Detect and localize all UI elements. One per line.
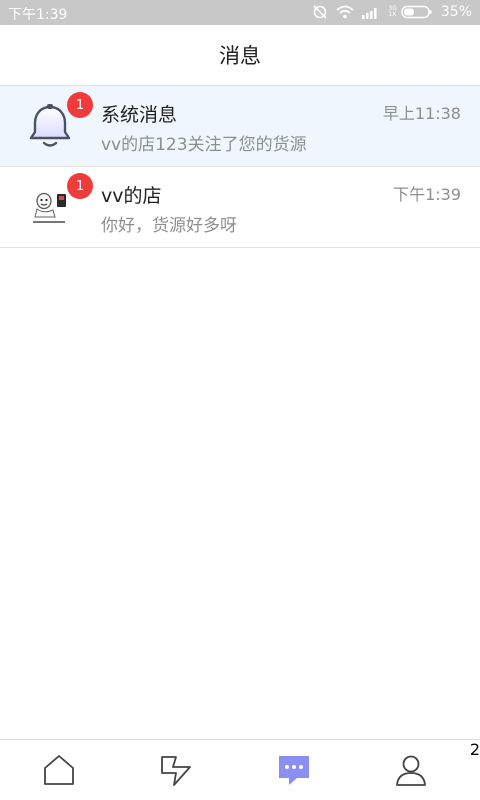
conversation-preview: vv的店123关注了您的货源 <box>101 135 307 155</box>
conversation-time: 下午1:39 <box>393 185 461 204</box>
sync-off-icon <box>313 5 327 19</box>
conversation-item-system[interactable]: 1 系统消息 vv的店123关注了您的货源 早上11:38 <box>0 86 480 167</box>
person-icon <box>396 755 426 786</box>
battery-percent: 35% <box>440 4 472 20</box>
status-icons: 3G 1X 35% <box>312 4 472 20</box>
tab-flash[interactable] <box>117 740 234 800</box>
tab-profile[interactable] <box>352 740 469 800</box>
status-bar: 下午1:39 3G 1X 35% <box>0 0 480 25</box>
title-bar: 消息 <box>0 25 480 86</box>
tab-messages[interactable] <box>235 740 352 800</box>
unread-badge: 1 <box>67 92 93 118</box>
status-time: 下午1:39 <box>8 7 68 23</box>
conversation-item-shop[interactable]: 1 vv的店 你好，货源好多呀 下午1:39 <box>0 167 480 248</box>
page-title: 消息 <box>219 44 261 68</box>
lightning-icon <box>161 756 192 786</box>
conversation-name: 系统消息 <box>101 104 178 126</box>
unread-badge: 1 <box>67 173 93 199</box>
tab-home[interactable] <box>0 740 117 800</box>
battery-icon <box>401 5 432 19</box>
conversation-preview: 你好，货源好多呀 <box>101 216 237 236</box>
signal-icon <box>362 8 377 19</box>
chat-icon <box>278 756 309 785</box>
home-icon <box>43 755 74 785</box>
conversation-list: 1 系统消息 vv的店123关注了您的货源 早上11:38 1 vv的店 你好，… <box>0 86 480 248</box>
conversation-name: vv的店 <box>101 185 162 207</box>
network-type-label: 3G 1X <box>388 5 397 18</box>
wifi-icon <box>336 5 354 19</box>
bottom-tab-bar: 2 <box>0 739 480 800</box>
conversation-time: 早上11:38 <box>382 104 461 123</box>
messages-tab-badge: 2 <box>469 740 480 759</box>
